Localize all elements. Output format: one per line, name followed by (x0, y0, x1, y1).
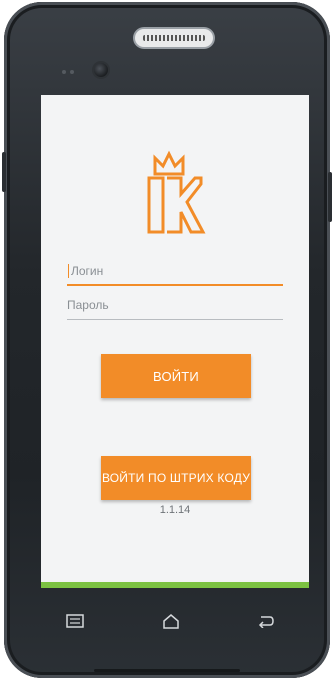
password-field[interactable]: Пароль (67, 298, 283, 320)
username-field[interactable]: Логин (67, 264, 283, 286)
text-caret (68, 264, 69, 278)
username-placeholder: Логин (71, 264, 104, 278)
app-version: 1.1.14 (159, 504, 191, 516)
username-underline (67, 284, 283, 286)
bottom-port (94, 669, 240, 672)
earpiece-speaker (135, 29, 213, 47)
password-placeholder: Пароль (67, 298, 109, 312)
light-sensor (70, 70, 74, 74)
menu-icon[interactable] (64, 611, 86, 631)
barcode-login-button[interactable]: ВОЙТИ ПО ШТРИХ КОДУ (101, 456, 251, 500)
volume-button (2, 152, 6, 192)
power-button (328, 172, 332, 222)
proximity-sensor (62, 70, 66, 74)
phone-device: Логин Пароль ВОЙТИ ВОЙТИ ПО ШТРИХ КОДУ 1… (2, 2, 332, 678)
app-screen: Логин Пароль ВОЙТИ ВОЙТИ ПО ШТРИХ КОДУ 1… (41, 95, 309, 588)
back-icon[interactable] (254, 611, 276, 631)
front-camera (94, 63, 108, 77)
ik-crown-logo-icon (147, 150, 206, 234)
login-button[interactable]: ВОЙТИ (101, 354, 251, 398)
password-underline (67, 319, 283, 320)
home-icon[interactable] (160, 611, 182, 631)
bottom-accent-bar (41, 582, 309, 588)
